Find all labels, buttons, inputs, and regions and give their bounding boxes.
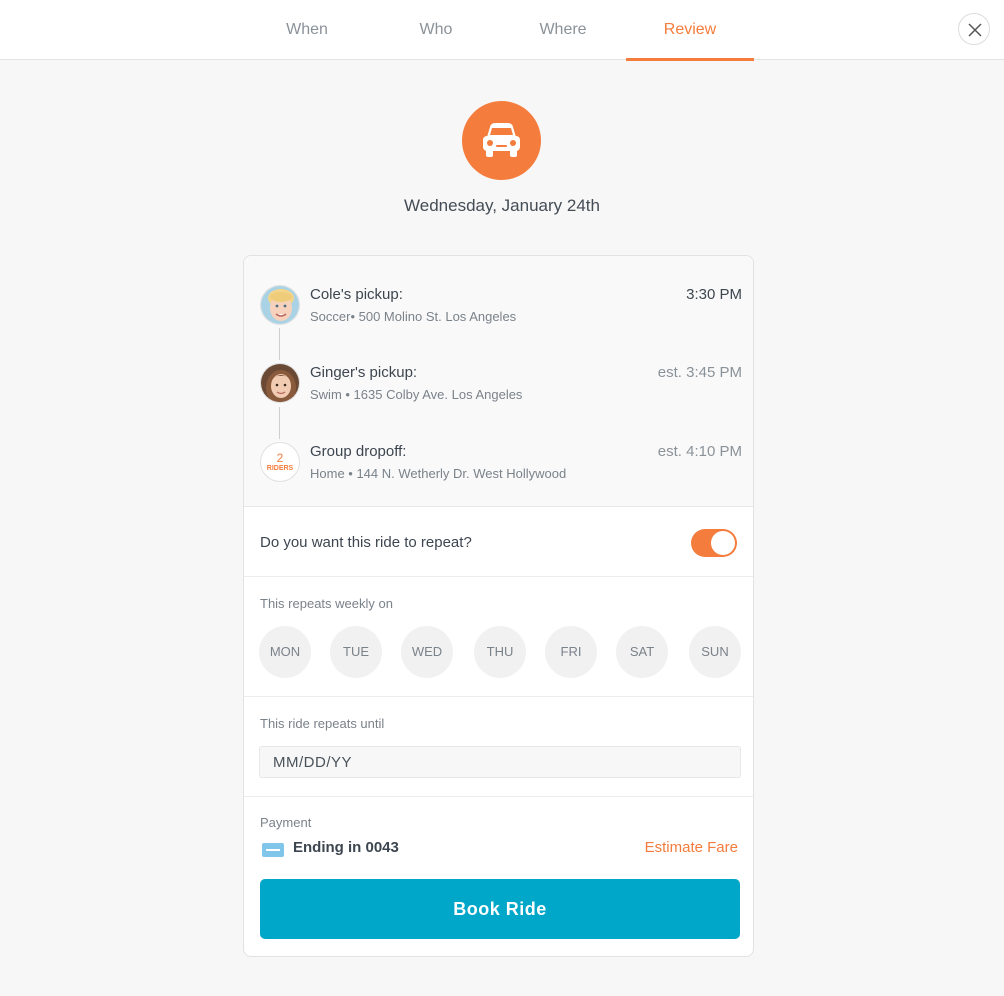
payment-card-text: Ending in 0043 bbox=[293, 839, 399, 856]
stop-list: Cole's pickup: Soccer• 500 Molino St. Lo… bbox=[244, 256, 753, 507]
day-sun[interactable]: SUN bbox=[689, 626, 741, 678]
day-wed[interactable]: WED bbox=[401, 626, 453, 678]
list-item: Ginger's pickup: Swim • 1635 Colby Ave. … bbox=[244, 363, 753, 413]
stop-title: Ginger's pickup: bbox=[310, 364, 418, 381]
close-icon bbox=[968, 23, 982, 37]
riders-count: 2 bbox=[276, 451, 284, 465]
credit-card-icon bbox=[262, 843, 284, 857]
repeat-row: Do you want this ride to repeat? bbox=[244, 507, 753, 577]
until-label: This ride repeats until bbox=[260, 716, 385, 731]
riders-badge: 2 RIDERS bbox=[260, 442, 300, 482]
car-badge bbox=[462, 101, 541, 180]
payment-label: Payment bbox=[260, 815, 312, 830]
avatar bbox=[260, 285, 300, 325]
list-item: Cole's pickup: Soccer• 500 Molino St. Lo… bbox=[244, 285, 753, 335]
stop-time: est. 3:45 PM bbox=[657, 364, 742, 381]
estimate-fare-link[interactable]: Estimate Fare bbox=[645, 839, 738, 856]
stop-time: 3:30 PM bbox=[686, 286, 742, 303]
day-mon[interactable]: MON bbox=[259, 626, 311, 678]
day-thu[interactable]: THU bbox=[474, 626, 526, 678]
weekly-days-section: This repeats weekly on MON TUE WED THU F… bbox=[244, 577, 753, 697]
book-ride-button[interactable]: Book Ride bbox=[260, 879, 740, 939]
tab-when[interactable]: When bbox=[243, 0, 371, 60]
day-tue[interactable]: TUE bbox=[330, 626, 382, 678]
repeat-toggle[interactable] bbox=[691, 529, 737, 557]
day-fri[interactable]: FRI bbox=[545, 626, 597, 678]
wizard-tab-bar: When Who Where Review bbox=[0, 0, 1004, 61]
stop-title: Cole's pickup: bbox=[310, 286, 403, 303]
car-icon bbox=[483, 123, 520, 157]
stop-address: Soccer• 500 Molino St. Los Angeles bbox=[310, 309, 517, 324]
tab-where[interactable]: Where bbox=[499, 0, 627, 60]
day-sat[interactable]: SAT bbox=[616, 626, 668, 678]
tab-who[interactable]: Who bbox=[372, 0, 500, 60]
riders-label: RIDERS bbox=[266, 465, 294, 472]
ride-review-card: Cole's pickup: Soccer• 500 Molino St. Lo… bbox=[243, 255, 754, 957]
weekly-label: This repeats weekly on bbox=[260, 596, 393, 611]
stop-address: Home • 144 N. Wetherly Dr. West Hollywoo… bbox=[310, 466, 567, 481]
ride-date: Wednesday, January 24th bbox=[404, 196, 600, 215]
payment-section: Payment Ending in 0043 Estimate Fare Boo… bbox=[244, 797, 753, 956]
close-button[interactable] bbox=[958, 13, 990, 45]
stop-address: Swim • 1635 Colby Ave. Los Angeles bbox=[310, 387, 523, 402]
repeat-question: Do you want this ride to repeat? bbox=[260, 534, 472, 551]
repeat-until-section: This ride repeats until bbox=[244, 697, 753, 797]
avatar bbox=[260, 363, 300, 403]
stop-time: est. 4:10 PM bbox=[657, 443, 742, 460]
stop-title: Group dropoff: bbox=[310, 443, 407, 460]
list-item: 2 RIDERS Group dropoff: Home • 144 N. We… bbox=[244, 442, 753, 492]
repeat-until-date-input[interactable] bbox=[259, 746, 741, 778]
tab-review[interactable]: Review bbox=[626, 0, 754, 61]
